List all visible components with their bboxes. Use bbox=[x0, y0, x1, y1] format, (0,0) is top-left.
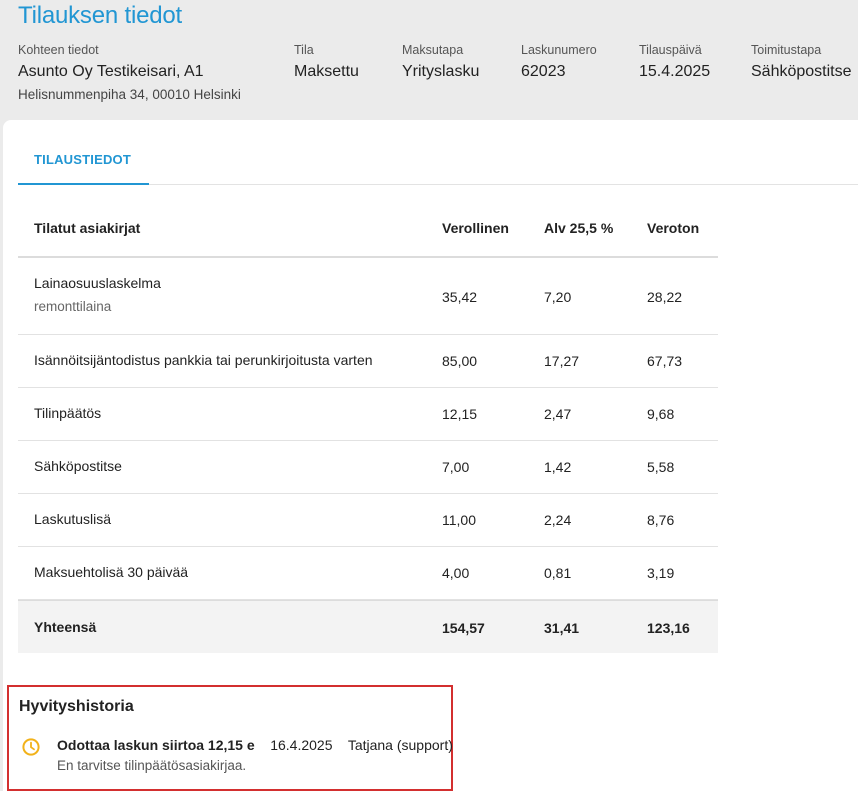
info-label: Toimitustapa bbox=[751, 43, 822, 57]
total-gross: 154,57 bbox=[442, 620, 485, 636]
info-label: Tila bbox=[294, 43, 314, 57]
refund-note: En tarvitse tilinpäätösasiakirjaa. bbox=[57, 758, 247, 773]
total-vat: 31,41 bbox=[544, 620, 580, 636]
gross-amount: 85,00 bbox=[442, 353, 478, 369]
net-amount: 5,58 bbox=[647, 459, 675, 475]
column-header-documents: Tilatut asiakirjat bbox=[34, 220, 141, 236]
total-label: Yhteensä bbox=[34, 619, 97, 635]
refund-history-title: Hyvityshistoria bbox=[19, 698, 134, 715]
info-value: 15.4.2025 bbox=[639, 63, 711, 80]
gross-amount: 4,00 bbox=[442, 565, 470, 581]
tab-order-details[interactable]: TILAUSTIEDOT bbox=[18, 144, 149, 185]
net-amount: 3,19 bbox=[647, 565, 675, 581]
info-address: Helisnummenpiha 34, 00010 Helsinki bbox=[18, 87, 241, 102]
document-title: Tilinpäätös bbox=[34, 405, 102, 421]
table-row: Isännöitsijäntodistus pankkia tai perunk… bbox=[18, 335, 718, 388]
info-label: Tilauspäivä bbox=[639, 43, 702, 57]
document-title: Lainaosuuslaskelma bbox=[34, 275, 161, 291]
net-amount: 67,73 bbox=[647, 353, 683, 369]
refund-history-panel: Hyvityshistoria Odottaa laskun siirtoa 1… bbox=[7, 685, 453, 791]
vat-amount: 2,24 bbox=[544, 512, 572, 528]
total-row: Yhteensä 154,57 31,41 123,16 bbox=[18, 600, 718, 653]
refund-date: 16.4.2025 bbox=[270, 737, 333, 753]
page-title: Tilauksen tiedot bbox=[18, 2, 183, 29]
table-row: Tilinpäätös 12,15 2,47 9,68 bbox=[18, 388, 718, 441]
column-header-vat: Alv 25,5 % bbox=[544, 220, 614, 236]
document-title: Sähköpostitse bbox=[34, 458, 122, 474]
table-header: Tilatut asiakirjat Verollinen Alv 25,5 %… bbox=[18, 200, 718, 258]
info-property: Kohteen tiedot Asunto Oy Testikeisari, A… bbox=[18, 42, 241, 103]
clock-icon bbox=[22, 738, 40, 756]
gross-amount: 35,42 bbox=[442, 289, 478, 305]
net-amount: 9,68 bbox=[647, 406, 675, 422]
tab-bar: TILAUSTIEDOT bbox=[18, 144, 858, 185]
vat-amount: 1,42 bbox=[544, 459, 572, 475]
info-status: Tila Maksettu bbox=[294, 42, 359, 82]
documents-table: Tilatut asiakirjat Verollinen Alv 25,5 %… bbox=[18, 200, 718, 653]
gross-amount: 7,00 bbox=[442, 459, 470, 475]
refund-user: Tatjana (support) bbox=[347, 737, 453, 753]
info-value: Sähköpostitse bbox=[751, 63, 852, 80]
info-value: Maksettu bbox=[294, 63, 359, 80]
document-title: Isännöitsijäntodistus pankkia tai perunk… bbox=[34, 352, 373, 368]
vat-amount: 7,20 bbox=[544, 289, 572, 305]
info-label: Kohteen tiedot bbox=[18, 43, 99, 57]
info-value: Asunto Oy Testikeisari, A1 bbox=[18, 63, 204, 80]
vat-amount: 2,47 bbox=[544, 406, 572, 422]
vat-amount: 17,27 bbox=[544, 353, 580, 369]
vat-amount: 0,81 bbox=[544, 565, 572, 581]
info-label: Maksutapa bbox=[402, 43, 464, 57]
refund-status: Odottaa laskun siirtoa 12,15 e bbox=[57, 737, 255, 753]
net-amount: 28,22 bbox=[647, 289, 683, 305]
document-title: Laskutuslisä bbox=[34, 511, 112, 527]
table-row: Sähköpostitse 7,00 1,42 5,58 bbox=[18, 441, 718, 494]
info-value: Yrityslasku bbox=[402, 63, 480, 80]
document-subtitle: remonttilaina bbox=[34, 299, 112, 314]
info-payment-method: Maksutapa Yrityslasku bbox=[402, 42, 479, 82]
total-net: 123,16 bbox=[647, 620, 690, 636]
column-header-net: Veroton bbox=[647, 220, 700, 236]
column-header-gross: Verollinen bbox=[442, 220, 509, 236]
gross-amount: 11,00 bbox=[442, 512, 476, 528]
document-title: Maksuehtolisä 30 päivää bbox=[34, 564, 189, 580]
gross-amount: 12,15 bbox=[442, 406, 478, 422]
info-label: Laskunumero bbox=[521, 43, 597, 57]
info-delivery-method: Toimitustapa Sähköpostitse bbox=[751, 42, 852, 82]
refund-entry: Odottaa laskun siirtoa 12,15 e 16.4.2025… bbox=[57, 737, 453, 753]
net-amount: 8,76 bbox=[647, 512, 675, 528]
table-row: Laskutuslisä 11,00 2,24 8,76 bbox=[18, 494, 718, 547]
info-value: 62023 bbox=[521, 63, 566, 80]
info-order-date: Tilauspäivä 15.4.2025 bbox=[639, 42, 710, 82]
table-row: Maksuehtolisä 30 päivää 4,00 0,81 3,19 bbox=[18, 547, 718, 600]
table-row: Lainaosuuslaskelma remonttilaina 35,42 7… bbox=[18, 258, 718, 335]
info-invoice-number: Laskunumero 62023 bbox=[521, 42, 597, 82]
document-name: Lainaosuuslaskelma remonttilaina bbox=[34, 275, 161, 314]
